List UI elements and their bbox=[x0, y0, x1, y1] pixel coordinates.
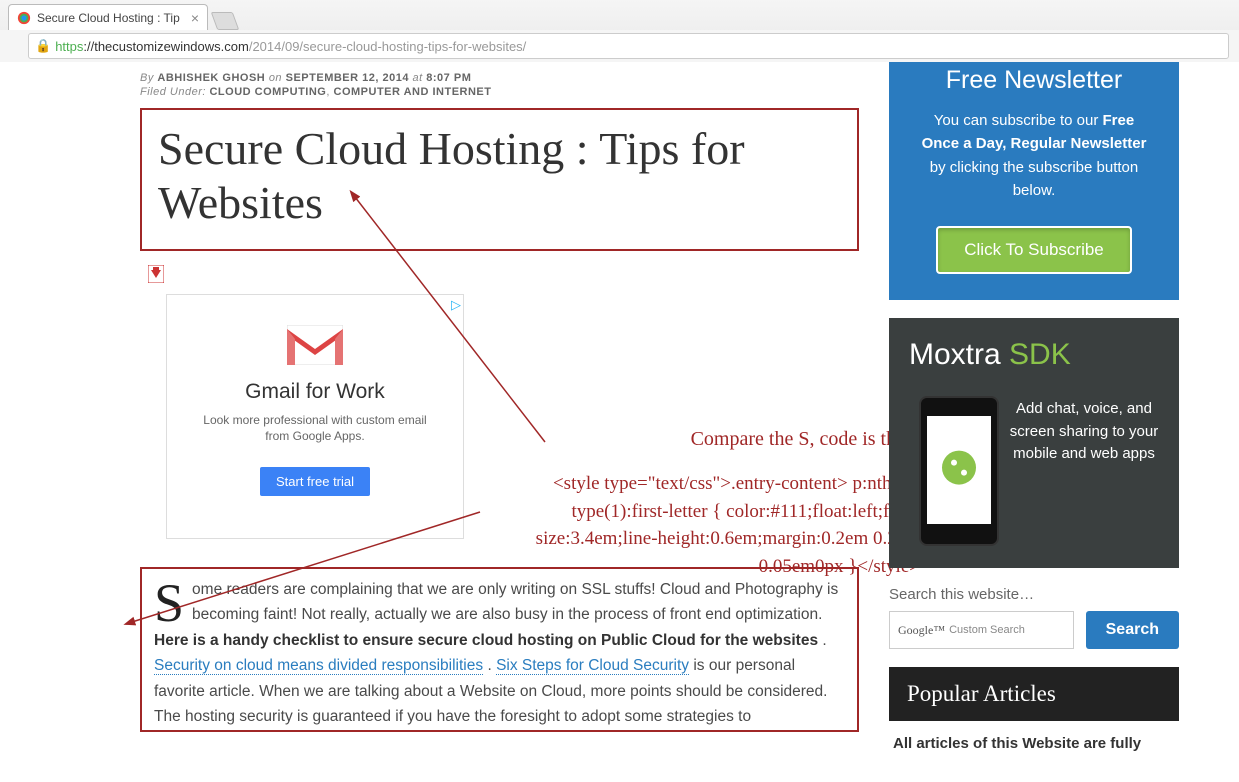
ad-heading: Gmail for Work bbox=[167, 380, 463, 404]
popular-text: All articles of this Website are fully bbox=[889, 721, 1179, 752]
popular-heading: Popular Articles bbox=[889, 667, 1179, 721]
favicon-icon bbox=[17, 11, 31, 25]
main-content: By ABHISHEK GHOSH on SEPTEMBER 12, 2014 … bbox=[60, 62, 889, 770]
tab-title: Secure Cloud Hosting : Tip bbox=[37, 11, 180, 25]
phone-icon bbox=[919, 396, 999, 546]
category-link[interactable]: CLOUD COMPUTING bbox=[209, 86, 326, 98]
post-date: SEPTEMBER 12, 2014 bbox=[286, 72, 409, 84]
popular-articles-widget: Popular Articles All articles of this We… bbox=[889, 667, 1179, 752]
sidebar: Free Newsletter You can subscribe to our… bbox=[889, 62, 1179, 770]
ad-text: Look more professional with custom email… bbox=[167, 412, 463, 446]
annotation-code: <style type="text/css">.entry-content> p… bbox=[460, 470, 920, 580]
pdf-icon[interactable] bbox=[148, 265, 164, 283]
adchoices-icon[interactable]: ▷ bbox=[451, 297, 461, 313]
ad-cta-button[interactable]: Start free trial bbox=[260, 467, 370, 496]
url-protocol: https bbox=[55, 39, 83, 54]
search-widget: Search this website… Google™ Custom Sear… bbox=[889, 586, 1179, 649]
address-bar[interactable]: 🔒 https ://thecustomizewindows.com /2014… bbox=[28, 33, 1229, 59]
post-title-box: Secure Cloud Hosting : Tips for Websites bbox=[140, 108, 859, 251]
tab-bar: Secure Cloud Hosting : Tip × bbox=[0, 0, 1239, 30]
new-tab-button[interactable] bbox=[211, 12, 240, 30]
moxtra-ad[interactable]: Moxtra SDK Add chat, voice, and screen s… bbox=[889, 318, 1179, 568]
address-bar-row: 🔒 https ://thecustomizewindows.com /2014… bbox=[0, 30, 1239, 62]
post-title: Secure Cloud Hosting : Tips for Websites bbox=[158, 122, 841, 231]
post-body: S ome readers are complaining that we ar… bbox=[140, 567, 859, 732]
moxtra-logo: Moxtra SDK bbox=[909, 338, 1159, 372]
url-domain: ://thecustomizewindows.com bbox=[83, 39, 248, 54]
inline-link[interactable]: Six Steps for Cloud Security bbox=[496, 657, 689, 675]
inline-link[interactable]: Security on cloud means divided responsi… bbox=[154, 657, 483, 675]
ad-unit[interactable]: ▷ Gmail for Work Look more professional … bbox=[166, 294, 464, 539]
newsletter-widget: Free Newsletter You can subscribe to our… bbox=[889, 62, 1179, 300]
search-input[interactable]: Google™ Custom Search bbox=[889, 611, 1074, 649]
annotation-intro: Compare the S, code is this : bbox=[530, 425, 920, 454]
newsletter-title: Free Newsletter bbox=[913, 62, 1155, 109]
url-path: /2014/09/secure-cloud-hosting-tips-for-w… bbox=[249, 39, 526, 54]
subscribe-button[interactable]: Click To Subscribe bbox=[936, 226, 1132, 274]
author-link[interactable]: ABHISHEK GHOSH bbox=[157, 72, 265, 84]
post-meta: By ABHISHEK GHOSH on SEPTEMBER 12, 2014 … bbox=[140, 72, 859, 98]
browser-tab[interactable]: Secure Cloud Hosting : Tip × bbox=[8, 4, 208, 30]
post-time: 8:07 PM bbox=[426, 72, 471, 84]
drop-cap: S bbox=[154, 577, 192, 627]
search-button[interactable]: Search bbox=[1086, 611, 1179, 649]
category-link[interactable]: COMPUTER AND INTERNET bbox=[334, 86, 492, 98]
tab-close-icon[interactable]: × bbox=[191, 10, 199, 26]
search-label: Search this website… bbox=[889, 586, 1179, 603]
moxtra-text: Add chat, voice, and screen sharing to y… bbox=[1009, 398, 1159, 466]
gmail-icon bbox=[287, 325, 343, 365]
lock-icon: 🔒 bbox=[35, 38, 51, 54]
browser-chrome: Secure Cloud Hosting : Tip × 🔒 https ://… bbox=[0, 0, 1239, 62]
